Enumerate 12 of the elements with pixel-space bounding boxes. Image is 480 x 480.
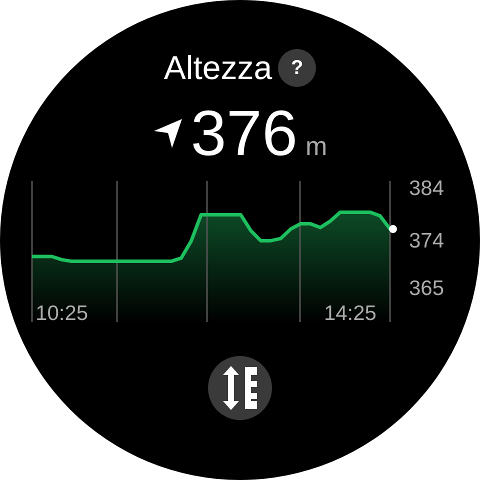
altitude-unit: m (306, 131, 328, 162)
y-tick-label: 374 (409, 230, 444, 253)
screen-title: Altezza (164, 49, 272, 87)
help-button[interactable]: ? (278, 49, 316, 87)
ruler-arrows-icon (221, 365, 259, 411)
y-tick-label: 365 (409, 277, 444, 300)
navigation-arrow-icon (152, 117, 183, 149)
altitude-value: 376 (190, 98, 298, 168)
x-tick-label: 10:25 (36, 302, 88, 324)
y-tick-label: 384 (409, 179, 444, 200)
current-point (389, 225, 397, 234)
x-tick-label: 14:25 (324, 302, 376, 324)
